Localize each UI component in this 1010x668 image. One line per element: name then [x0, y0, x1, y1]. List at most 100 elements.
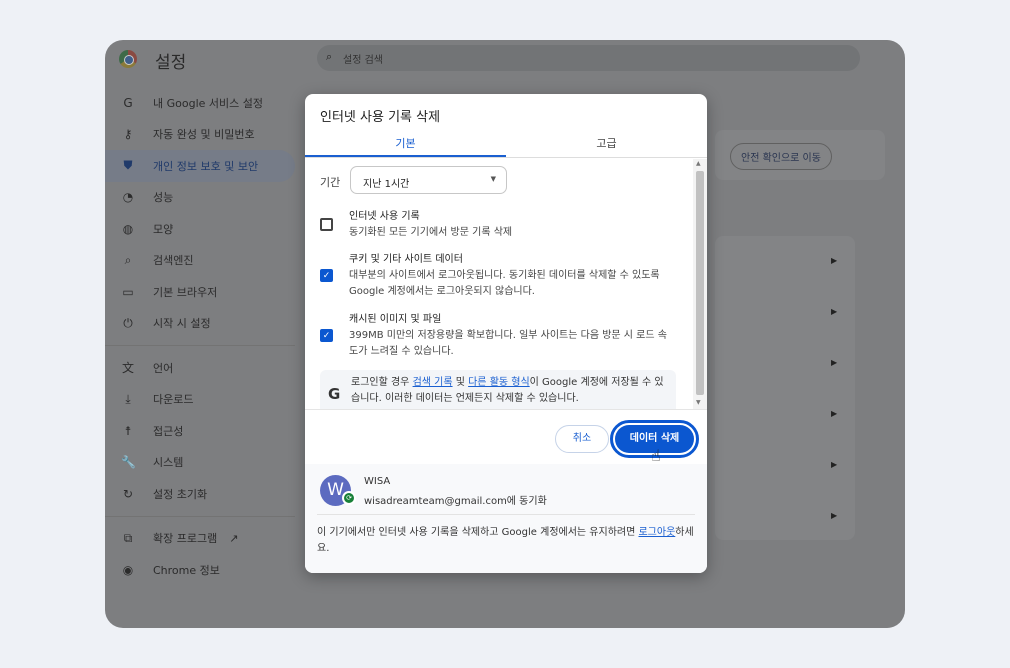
- period-select[interactable]: 지난 1시간 ▼: [350, 166, 507, 194]
- sidebar-item-label: 다운로드: [153, 393, 194, 407]
- sidebar-item-label: 모양: [153, 222, 174, 236]
- reset-icon: ↻: [122, 486, 134, 501]
- sidebar-item[interactable]: ⤓ 다운로드: [105, 384, 295, 416]
- tab-basic[interactable]: 기본: [305, 128, 506, 157]
- sidebar-item-label: 접근성: [153, 424, 184, 438]
- sidebar-item[interactable]: G 내 Google 서비스 설정: [105, 87, 295, 119]
- privacy-settings-list: [715, 236, 855, 540]
- search-placeholder: 설정 검색: [343, 55, 383, 66]
- shield-icon: ⛊: [123, 158, 133, 173]
- divider: [105, 515, 295, 517]
- sidebar-item-label: 내 Google 서비스 설정: [153, 96, 263, 110]
- safety-check-button[interactable]: 안전 확인으로 이동: [730, 143, 832, 170]
- scroll-down-icon[interactable]: ▼: [696, 399, 701, 406]
- divider: [317, 514, 695, 515]
- settings-search-input[interactable]: ⌕ 설정 검색: [317, 45, 860, 71]
- gauge-icon: ◔: [122, 190, 134, 205]
- sidebar-item[interactable]: ☨ 접근성: [105, 415, 295, 447]
- google-icon: G: [123, 95, 133, 110]
- chevron-right-icon[interactable]: ▶: [831, 511, 837, 520]
- search-history-link[interactable]: 검색 기록: [413, 377, 453, 388]
- footer-text: 이 기기에서만 인터넷 사용 기록을 삭제하고 Google 계정에서는 유지하…: [317, 527, 639, 538]
- sidebar-item-label: 언어: [153, 361, 174, 375]
- checkbox-browsing-history[interactable]: [320, 218, 333, 231]
- sidebar-item-label: 설정 초기화: [153, 487, 208, 501]
- scroll-up-icon[interactable]: ▲: [696, 160, 701, 167]
- sidebar-item[interactable]: ▭ 기본 브라우저: [105, 276, 295, 308]
- sync-icon: ⟳: [342, 491, 356, 505]
- cancel-button[interactable]: 취소: [555, 425, 609, 453]
- browser-icon: ▭: [122, 284, 134, 299]
- option-cache[interactable]: ✓ 캐시된 이미지 및 파일 399MB 미만의 저장용량을 확보합니다. 일부…: [320, 312, 672, 360]
- sidebar-item-label: 검색엔진: [153, 254, 194, 268]
- option-title: 캐시된 이미지 및 파일: [349, 314, 442, 325]
- sidebar: G 내 Google 서비스 설정 ⚷ 자동 완성 및 비밀번호 ⛊ 개인 정보 보호 및…: [105, 87, 295, 586]
- clear-browsing-data-dialog: 인터넷 사용 기록 삭제 기본 고급 기간 지난 1시간 ▼ 인터넷 사용 기록 …: [305, 94, 707, 573]
- accessibility-icon: ☨: [124, 423, 132, 438]
- tab-advanced[interactable]: 고급: [506, 128, 707, 157]
- option-desc: 동기화된 모든 기기에서 방문 기록 삭제: [349, 227, 513, 238]
- sidebar-item-label: Chrome 정보: [153, 563, 220, 577]
- signout-link[interactable]: 로그아웃: [638, 527, 675, 538]
- account-name: WISA: [364, 476, 391, 487]
- divider: [105, 345, 295, 346]
- option-cookies[interactable]: ✓ 쿠키 및 기타 사이트 데이터 대부분의 사이트에서 로그아웃됩니다. 동기…: [320, 252, 672, 300]
- sidebar-item[interactable]: ◉ Chrome 정보: [105, 554, 295, 586]
- extension-icon: ⧉: [123, 530, 133, 545]
- external-link-icon: ↗: [229, 531, 239, 545]
- download-icon: ⤓: [125, 391, 131, 406]
- notice-text: 로그인할 경우: [351, 377, 413, 388]
- sidebar-item[interactable]: ◔ 성능: [105, 182, 295, 214]
- sidebar-item-label: 개인 정보 보호 및 보안: [153, 159, 259, 173]
- sidebar-item-label: 확장 프로그램: [153, 532, 218, 546]
- chevron-right-icon[interactable]: ▶: [831, 460, 837, 469]
- sidebar-item-label: 시스템: [153, 456, 184, 470]
- sidebar-item-label: 시작 시 설정: [153, 317, 211, 331]
- chevron-right-icon[interactable]: ▶: [831, 307, 837, 316]
- sidebar-item[interactable]: ↻ 설정 초기화: [105, 478, 295, 510]
- scrollbar[interactable]: ▲ ▼: [693, 159, 707, 409]
- sidebar-item[interactable]: ⏻ 시작 시 설정: [105, 308, 295, 340]
- hand-cursor-icon: ☝: [651, 446, 661, 465]
- option-browsing-history[interactable]: 인터넷 사용 기록 동기화된 모든 기기에서 방문 기록 삭제: [320, 209, 690, 241]
- chrome-logo-icon: [119, 50, 137, 68]
- option-title: 인터넷 사용 기록: [349, 211, 420, 222]
- sidebar-item[interactable]: 🔧 시스템: [105, 447, 295, 479]
- chevron-right-icon[interactable]: ▶: [831, 358, 837, 367]
- app-title: 설정: [155, 53, 187, 73]
- period-label: 기간: [320, 176, 341, 189]
- account-email: wisadreamteam@gmail.com에 동기화: [364, 496, 547, 507]
- option-desc: 대부분의 사이트에서 로그아웃됩니다. 동기화된 데이터를 삭제할 수 있도록 …: [349, 270, 660, 297]
- sidebar-item[interactable]: ◍ 모양: [105, 213, 295, 245]
- sidebar-item[interactable]: ⛊ 개인 정보 보호 및 보안: [105, 150, 295, 182]
- search-icon: ⌕: [326, 50, 333, 63]
- option-title: 쿠키 및 기타 사이트 데이터: [349, 254, 463, 265]
- dialog-title: 인터넷 사용 기록 삭제: [320, 110, 441, 125]
- translate-icon: 文: [121, 361, 134, 376]
- search-icon: ⌕: [124, 252, 132, 267]
- chevron-right-icon[interactable]: ▶: [831, 409, 837, 418]
- dropdown-arrow-icon: ▼: [490, 175, 496, 183]
- key-icon: ⚷: [123, 127, 133, 142]
- checkbox-cache[interactable]: ✓: [320, 329, 333, 342]
- google-icon: G: [328, 385, 341, 403]
- wrench-icon: 🔧: [121, 455, 136, 470]
- other-activity-link[interactable]: 다른 활동 형식: [468, 377, 530, 388]
- sidebar-item[interactable]: ⚷ 자동 완성 및 비밀번호: [105, 119, 295, 151]
- sidebar-item[interactable]: 文 언어: [105, 352, 295, 384]
- sidebar-item[interactable]: ⌕ 검색엔진: [105, 245, 295, 277]
- option-desc: 399MB 미만의 저장용량을 확보합니다. 일부 사이트는 다음 방문 시 로…: [349, 330, 667, 357]
- palette-icon: ◍: [122, 221, 134, 236]
- notice-text: 및: [452, 377, 469, 388]
- chrome-icon: ◉: [122, 562, 134, 577]
- power-icon: ⏻: [123, 315, 133, 330]
- checkbox-cookies[interactable]: ✓: [320, 269, 333, 282]
- sidebar-item[interactable]: ⧉ 확장 프로그램 ↗: [105, 523, 295, 555]
- sidebar-item-label: 기본 브라우저: [153, 285, 218, 299]
- scrollbar-thumb[interactable]: [696, 171, 704, 395]
- sidebar-item-label: 성능: [153, 191, 174, 205]
- sidebar-item-label: 자동 완성 및 비밀번호: [153, 128, 255, 142]
- chevron-right-icon[interactable]: ▶: [831, 256, 837, 265]
- period-value: 지난 1시간: [363, 179, 410, 190]
- google-account-notice: G 로그인할 경우 검색 기록 및 다른 활동 형식이 Google 계정에 저…: [320, 370, 676, 409]
